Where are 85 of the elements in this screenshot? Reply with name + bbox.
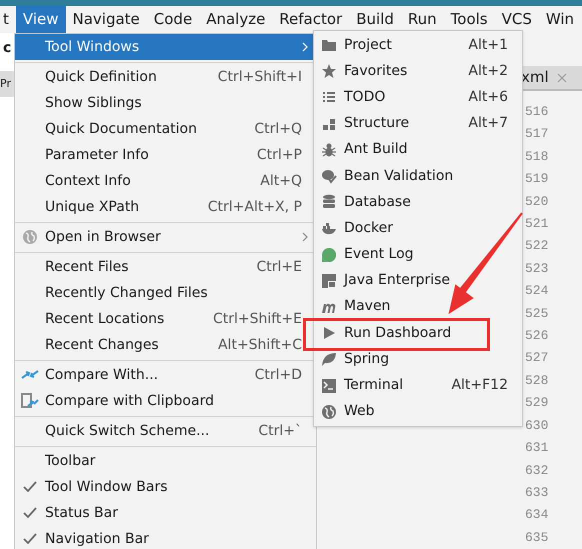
clipboard-compare-icon xyxy=(21,392,39,410)
line-number: 517 xyxy=(525,125,548,144)
breadcrumb-text: c xyxy=(3,39,12,58)
menu-item[interactable]: Spring xyxy=(314,346,522,372)
menu-item[interactable]: Event Log xyxy=(314,242,522,268)
line-number: 527 xyxy=(525,349,548,368)
menu-item[interactable]: Recent Files Ctrl+E xyxy=(15,254,316,280)
menu-item[interactable]: Database xyxy=(314,189,522,216)
menu-item[interactable]: Web xyxy=(314,398,522,425)
menu-item[interactable]: Status Bar xyxy=(15,500,316,526)
menu-item[interactable]: Parameter Info Ctrl+P xyxy=(15,142,316,168)
menu-item[interactable]: Project Alt+1 xyxy=(314,32,522,58)
menu-item[interactable]: Tool Window Bars xyxy=(15,474,316,500)
folder-icon xyxy=(321,37,337,54)
play-icon xyxy=(321,325,337,342)
checkmark-icon xyxy=(23,507,37,519)
line-number: 522 xyxy=(525,237,548,256)
menu-item[interactable]: Structure Alt+7 xyxy=(314,110,522,137)
line-number: 630 xyxy=(525,416,548,435)
menu-bar-item[interactable]: Build xyxy=(349,6,401,33)
menu-item[interactable]: Java Enterprise xyxy=(314,268,522,294)
checkmark-icon xyxy=(23,481,37,493)
menu-item[interactable]: Terminal Alt+F12 xyxy=(314,372,522,399)
line-number: 521 xyxy=(525,215,548,234)
line-number: 523 xyxy=(525,260,548,278)
checkmark-icon xyxy=(23,533,37,545)
star-icon xyxy=(321,63,337,80)
close-icon[interactable] xyxy=(556,72,567,82)
menu-bar-item[interactable]: View xyxy=(16,6,66,33)
line-number: 526 xyxy=(525,327,548,346)
project-tab[interactable]: Pr xyxy=(0,71,14,97)
bean-check-icon xyxy=(321,168,337,184)
menu-item[interactable]: Toolbar xyxy=(15,448,316,474)
menu-item[interactable]: Bean Validation xyxy=(314,162,522,190)
line-number: 519 xyxy=(525,170,548,188)
globe-icon xyxy=(321,404,337,420)
menu-item[interactable]: TODO Alt+6 xyxy=(314,84,522,111)
line-number: 524 xyxy=(525,282,548,300)
line-number: 528 xyxy=(525,372,548,390)
menu-bar-item[interactable]: Analyze xyxy=(199,6,272,33)
menu-item[interactable]: Run Dashboard xyxy=(314,320,522,346)
line-number: 635 xyxy=(525,528,548,547)
line-number: 634 xyxy=(525,506,548,524)
enterprise-icon xyxy=(321,272,337,289)
menu-bar-item[interactable]: Refactor xyxy=(272,6,350,33)
menu-bar-item[interactable]: Navigate xyxy=(66,6,147,33)
line-number: 518 xyxy=(525,148,548,166)
menu-item[interactable]: Show Siblings xyxy=(15,90,316,116)
menu-item[interactable]: Docker xyxy=(314,215,522,242)
ant-icon xyxy=(321,142,337,158)
menu-item[interactable]: Compare With... Ctrl+D xyxy=(15,362,316,388)
globe-icon xyxy=(22,229,38,245)
terminal-icon xyxy=(321,378,337,394)
menu-item[interactable]: Unique XPath Ctrl+Alt+X, P xyxy=(15,194,316,220)
event-log-icon xyxy=(321,246,337,263)
menu-item[interactable]: Navigation Bar xyxy=(15,526,316,549)
menu-item[interactable]: Recent Locations Ctrl+Shift+E xyxy=(15,306,316,332)
menu-item[interactable]: Compare with Clipboard xyxy=(15,388,316,414)
database-icon xyxy=(321,194,337,210)
leaf-icon xyxy=(321,351,337,368)
line-number: 529 xyxy=(525,394,548,412)
menu-bar-item[interactable]: Code xyxy=(146,6,200,33)
menu-item[interactable]: Recent Changes Alt+Shift+C xyxy=(15,332,316,358)
menu-item[interactable]: Recently Changed Files xyxy=(15,280,316,306)
menu-bar-item[interactable]: Win xyxy=(538,6,582,33)
menu-bar-item[interactable]: VCS xyxy=(494,6,539,33)
menu-item[interactable]: Quick Switch Scheme... Ctrl+` xyxy=(15,418,316,444)
line-number: 525 xyxy=(525,304,548,323)
menu-item[interactable]: Ant Build xyxy=(314,136,522,163)
line-number: 631 xyxy=(525,439,548,458)
line-number: 516 xyxy=(525,103,548,121)
menu-bar-item[interactable]: Tools xyxy=(444,6,495,33)
whale-icon xyxy=(321,220,337,236)
menu-item[interactable]: Open in Browser xyxy=(15,224,316,250)
line-number: 633 xyxy=(525,484,548,502)
line-number: 632 xyxy=(525,462,548,480)
menu-bar-item[interactable]: t xyxy=(0,6,16,33)
menu-item[interactable]: Tool Windows xyxy=(15,34,316,60)
menu-bar-item[interactable]: Run xyxy=(400,6,444,33)
menu-item[interactable]: Context Info Alt+Q xyxy=(15,168,316,194)
line-number: 520 xyxy=(525,192,548,211)
menu-item[interactable]: Maven xyxy=(314,294,522,320)
menu-item[interactable]: Quick Documentation Ctrl+Q xyxy=(15,116,316,142)
menu-item[interactable]: Quick Definition Ctrl+Shift+I xyxy=(15,64,316,90)
menu-item[interactable]: Favorites Alt+2 xyxy=(314,58,522,84)
